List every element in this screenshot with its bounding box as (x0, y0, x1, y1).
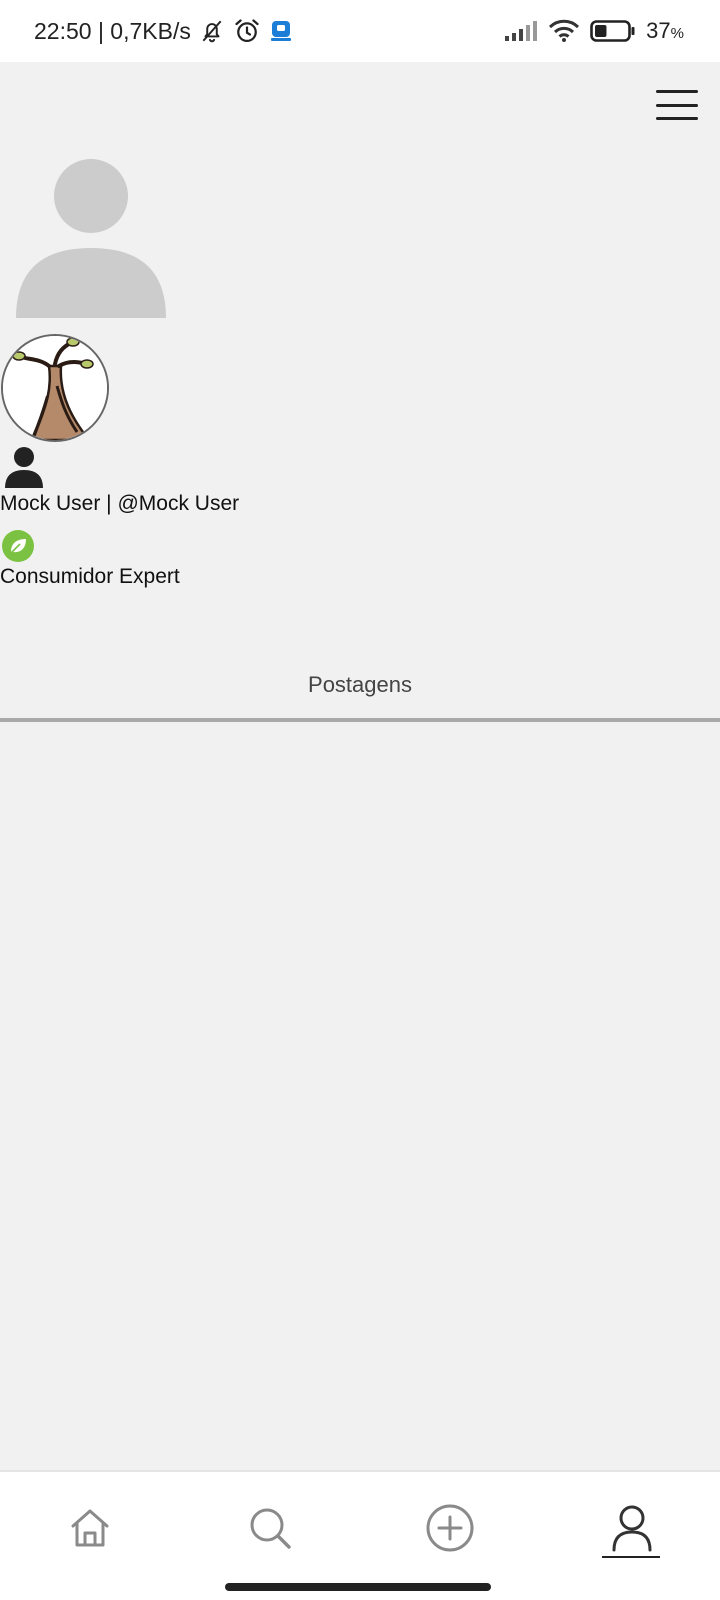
menu-line (656, 103, 698, 107)
nav-search-button[interactable] (242, 1500, 298, 1556)
hamburger-menu-icon[interactable] (656, 90, 698, 120)
battery-unit: % (670, 25, 684, 42)
battery-percent: 37% (646, 18, 684, 44)
profile-placeholder-icon (16, 159, 166, 318)
muted-bell-icon (202, 20, 222, 43)
nav-profile-button[interactable] (604, 1500, 660, 1556)
user-level-label: Consumidor Expert (0, 565, 180, 588)
status-right: 37% (504, 18, 684, 44)
person-icon (5, 447, 43, 488)
avatar[interactable] (1, 334, 109, 442)
tab-postagens[interactable]: Postagens (0, 652, 720, 718)
user-name-handle: Mock User | @Mock User (0, 492, 240, 515)
battery-value: 37 (646, 18, 671, 43)
bottom-navigation (0, 1470, 720, 1600)
active-tab-indicator (602, 1556, 660, 1558)
posts-list (0, 722, 720, 1470)
search-icon (250, 1508, 291, 1549)
alarm-icon (235, 19, 259, 43)
tree-avatar-image (3, 336, 107, 440)
status-time-speed: 22:50 | 0,7KB/s (34, 17, 191, 44)
tab-label: Postagens (308, 672, 412, 697)
status-bar: 22:50 | 0,7KB/s 37% (0, 0, 720, 62)
leaf-badge-icon (2, 530, 34, 562)
add-circle-icon (426, 1504, 474, 1552)
wifi-icon (549, 19, 580, 42)
nav-add-button[interactable] (422, 1500, 478, 1556)
profile-screen: Mock User | @Mock User Consumidor Expert… (0, 62, 720, 1470)
nav-home-button[interactable] (62, 1500, 118, 1556)
app-notification-icon (270, 21, 291, 41)
home-icon (71, 1509, 109, 1547)
menu-line (656, 90, 698, 93)
signal-icon (505, 21, 538, 41)
profile-icon (612, 1505, 652, 1552)
battery-icon (590, 20, 635, 42)
menu-line (656, 117, 698, 120)
status-left: 22:50 | 0,7KB/s (34, 17, 293, 45)
home-gesture-bar[interactable] (225, 1583, 491, 1591)
